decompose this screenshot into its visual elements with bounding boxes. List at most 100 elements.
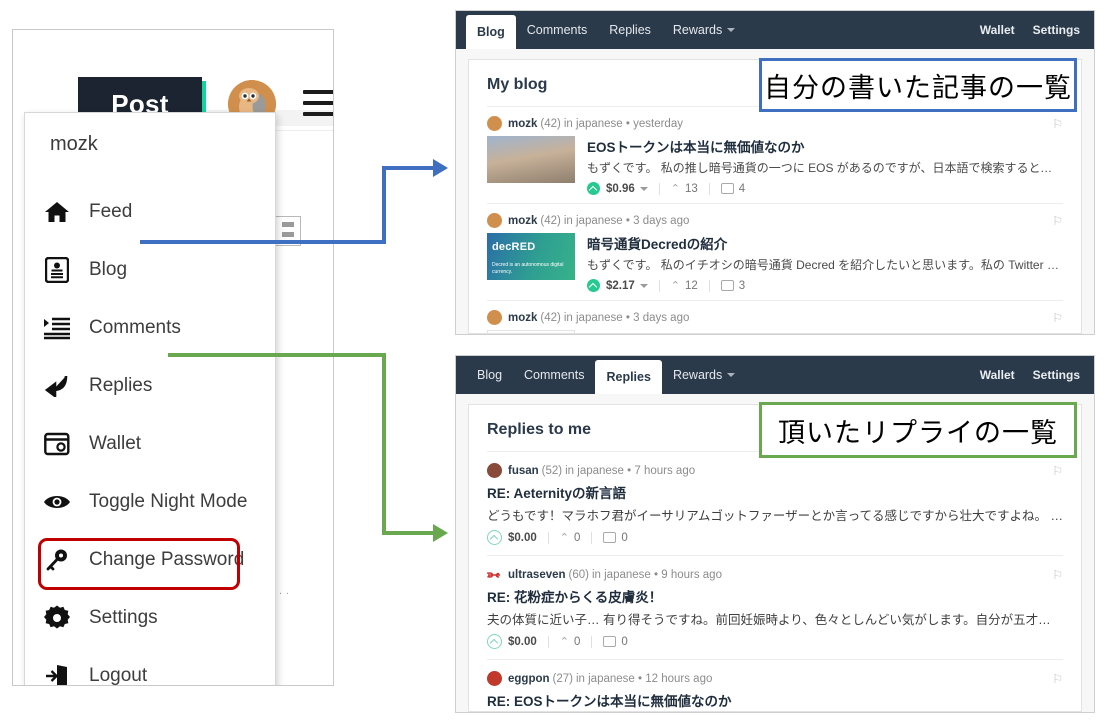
reply-comments[interactable]: 0 xyxy=(621,532,627,544)
author-avatar xyxy=(487,671,502,686)
reply-title[interactable]: RE: 花粉症からくる皮膚炎！ xyxy=(487,586,1063,606)
annotation-blog: 自分の書いた記事の一覧 xyxy=(759,58,1077,112)
hamburger-menu-icon[interactable] xyxy=(303,90,333,118)
post-thumbnail[interactable]: decRED Decred is an autonomous digital c… xyxy=(487,233,575,280)
post-header: mozk (42) in japanese • 3 days ago ⚐ xyxy=(487,310,1063,325)
post-excerpt: もずくです。 私のイチオシの暗号通貨 Decred を紹介したいと思います。私の… xyxy=(587,258,1063,272)
post-comments[interactable]: 4 xyxy=(739,183,745,195)
menu-item-wallet[interactable]: Wallet xyxy=(25,415,277,472)
menu-item-replies[interactable]: Replies xyxy=(25,357,277,414)
reply-votes[interactable]: 0 xyxy=(574,636,580,648)
tab-comments[interactable]: Comments xyxy=(516,11,598,49)
reply-title[interactable]: RE: EOSトークンは本当に無価値なのか xyxy=(487,690,1063,710)
menu-item-label: Feed xyxy=(89,200,133,222)
reply-meta: in japanese • 12 hours ago xyxy=(575,672,713,685)
post-author[interactable]: mozk xyxy=(508,215,537,227)
menu-item-comments[interactable]: Comments xyxy=(25,299,277,356)
post-payout: $2.17 xyxy=(606,279,635,292)
arrowhead-blue xyxy=(433,159,448,177)
reply-arrow-icon xyxy=(25,375,89,397)
menu-item-settings[interactable]: Settings xyxy=(25,589,277,646)
reply-author[interactable]: fusan xyxy=(508,465,539,477)
post-reputation: (42) xyxy=(540,117,561,130)
menu-item-toggle-night-mode[interactable]: Toggle Night Mode xyxy=(25,473,277,530)
chevron-down-icon xyxy=(727,28,736,32)
reply-stats: $0.00 ⌃ 0 0 xyxy=(487,634,1063,649)
upvote-icon[interactable] xyxy=(487,634,502,649)
nav-tabs-left: Blog Comments Replies Rewards xyxy=(456,11,746,49)
tab-blog[interactable]: Blog xyxy=(466,15,516,49)
tab-blog[interactable]: Blog xyxy=(466,356,513,394)
menu-item-label: Logout xyxy=(89,664,148,686)
post-title[interactable]: 暗号通貨Decredの紹介 xyxy=(587,233,1063,253)
nav-link-settings[interactable]: Settings xyxy=(1033,23,1080,37)
upvote-icon[interactable] xyxy=(587,182,600,195)
menu-item-feed[interactable]: Feed xyxy=(25,183,277,240)
comment-icon xyxy=(603,636,617,647)
vote-count-icon: ⌃ xyxy=(670,183,680,195)
reply-reputation: (60) xyxy=(568,568,589,581)
post-votes[interactable]: 12 xyxy=(685,280,698,292)
post-author[interactable]: mozk xyxy=(508,312,537,324)
browser-window-left: .. e Post mozk Feed xyxy=(12,29,334,686)
wallet-icon xyxy=(25,432,89,456)
menu-item-label: Toggle Night Mode xyxy=(89,490,248,512)
reply-author[interactable]: eggpon xyxy=(508,673,550,685)
upvote-icon[interactable] xyxy=(487,530,502,545)
post-comments[interactable]: 3 xyxy=(739,280,745,292)
nav-link-wallet[interactable]: Wallet xyxy=(980,23,1015,37)
comment-icon xyxy=(603,532,617,543)
post-author[interactable]: mozk xyxy=(508,118,537,130)
blog-post-row[interactable]: mozk (42) in japanese • 3 days ago ⚐ クロー… xyxy=(487,301,1063,333)
tab-rewards[interactable]: Rewards xyxy=(662,11,746,49)
flag-icon[interactable]: ⚐ xyxy=(1052,117,1063,131)
replies-navbar: Blog Comments Replies Rewards Wallet Set… xyxy=(456,356,1094,394)
reply-text: どうもです！マラホフ君がイーサリアムゴットファーザーとか言ってる感じですから壮大… xyxy=(487,509,1063,523)
upvote-icon[interactable] xyxy=(587,279,600,292)
nav-links-right: Wallet Settings xyxy=(962,356,1094,394)
tab-rewards[interactable]: Rewards xyxy=(662,356,746,394)
tab-replies[interactable]: Replies xyxy=(595,360,662,394)
divider xyxy=(658,279,660,292)
reply-comments[interactable]: 0 xyxy=(621,636,627,648)
flag-icon[interactable]: ⚐ xyxy=(1052,672,1063,686)
reply-author[interactable]: ultraseven xyxy=(508,569,566,581)
post-title[interactable]: EOSトークンは本当に無価値なのか xyxy=(587,136,1063,156)
post-reputation: (42) xyxy=(540,311,561,324)
reply-title[interactable]: RE: Aeternityの新言語 xyxy=(487,482,1063,502)
flag-icon[interactable]: ⚐ xyxy=(1052,568,1063,582)
flag-icon[interactable]: ⚐ xyxy=(1052,464,1063,478)
post-votes[interactable]: 13 xyxy=(685,183,698,195)
chevron-down-icon[interactable] xyxy=(639,186,648,191)
chevron-down-icon[interactable] xyxy=(639,283,648,288)
reply-votes[interactable]: 0 xyxy=(574,532,580,544)
nav-link-wallet[interactable]: Wallet xyxy=(980,368,1015,382)
reply-reputation: (27) xyxy=(552,672,573,685)
menu-item-label: Blog xyxy=(89,258,128,280)
reply-row[interactable]: eggpon (27) in japanese • 12 hours ago ⚐… xyxy=(487,660,1063,711)
tab-rewards-label: Rewards xyxy=(672,368,723,382)
flag-icon[interactable]: ⚐ xyxy=(1052,214,1063,228)
gear-icon xyxy=(25,605,89,631)
menu-item-logout[interactable]: Logout xyxy=(25,647,277,686)
post-meta: in japanese • 3 days ago xyxy=(563,311,690,324)
post-thumbnail[interactable]: クローズドβ版ユーザー事前登録を開始 xyxy=(487,330,575,333)
post-reputation: (42) xyxy=(540,214,561,227)
post-body: decRED Decred is an autonomous digital c… xyxy=(487,233,1063,292)
eye-icon xyxy=(25,493,89,511)
nav-tabs-left: Blog Comments Replies Rewards xyxy=(456,356,746,394)
author-avatar xyxy=(487,463,502,478)
blog-post-row[interactable]: mozk (42) in japanese • yesterday ⚐ EOSト… xyxy=(487,107,1063,204)
flag-icon[interactable]: ⚐ xyxy=(1052,311,1063,325)
post-thumbnail[interactable] xyxy=(487,136,575,183)
tab-replies[interactable]: Replies xyxy=(598,11,662,49)
user-dropdown-menu: mozk Feed Blog Comments Replies Wallet T… xyxy=(24,112,277,686)
tab-rewards-label: Rewards xyxy=(672,23,723,37)
reply-row[interactable]: fusan (52) in japanese • 7 hours ago ⚐ R… xyxy=(487,452,1063,556)
reply-row[interactable]: ultraseven (60) in japanese • 9 hours ag… xyxy=(487,556,1063,660)
menu-item-blog[interactable]: Blog xyxy=(25,241,277,298)
blog-post-row[interactable]: mozk (42) in japanese • 3 days ago ⚐ dec… xyxy=(487,204,1063,301)
reply-meta: in japanese • 9 hours ago xyxy=(591,568,722,581)
tab-comments[interactable]: Comments xyxy=(513,356,595,394)
nav-link-settings[interactable]: Settings xyxy=(1033,368,1080,382)
